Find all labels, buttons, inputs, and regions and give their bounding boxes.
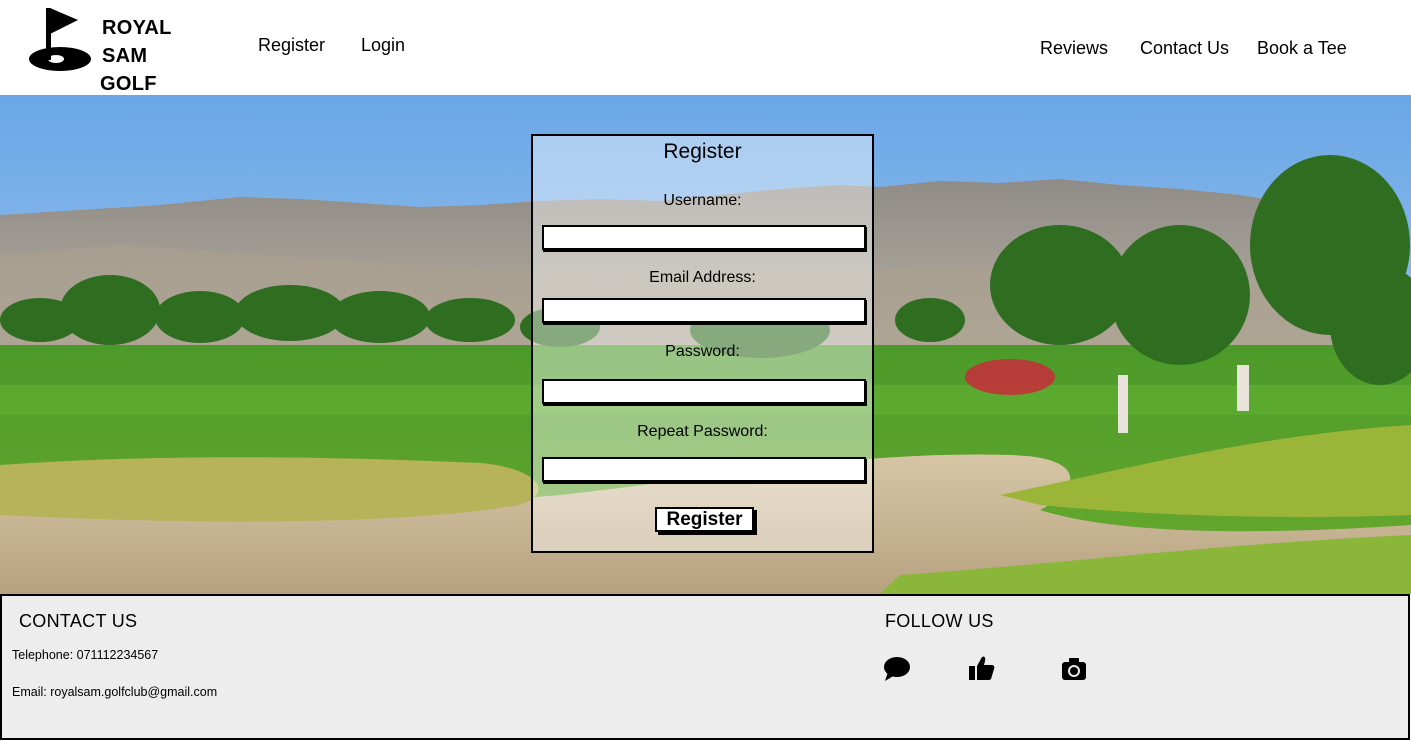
email-label: Email Address: (649, 269, 756, 286)
username-input[interactable] (542, 225, 866, 250)
golf-flag-icon (29, 8, 91, 71)
contact-heading: CONTACT US (19, 611, 138, 631)
nav-register[interactable]: Register (258, 35, 325, 56)
nav-book-a-tee[interactable]: Book a Tee (1257, 38, 1347, 59)
repeat-password-label: Repeat Password: (637, 423, 768, 440)
repeat-password-input[interactable] (542, 457, 866, 482)
camera-icon[interactable] (1060, 654, 1090, 684)
logo[interactable]: ROYAL SAM GOLF CLUB (28, 6, 218, 123)
site-footer: CONTACT US Telephone: 071112234567 Email… (0, 594, 1410, 740)
follow-heading: FOLLOW US (885, 611, 994, 631)
chat-bubble-icon[interactable] (882, 654, 912, 684)
nav-login[interactable]: Login (361, 35, 405, 56)
brand-line1: ROYAL SAM (102, 17, 172, 67)
register-submit-button[interactable]: Register (655, 507, 754, 532)
email-input[interactable] (542, 298, 866, 323)
username-label: Username: (663, 192, 742, 209)
password-input[interactable] (542, 379, 866, 404)
register-form-panel: Register Username: Email Address: Passwo… (531, 134, 874, 553)
form-title: Register (663, 140, 742, 163)
password-label: Password: (665, 343, 740, 360)
nav-reviews[interactable]: Reviews (1040, 38, 1108, 59)
email-text: Email: royalsam.golfclub@gmail.com (12, 685, 218, 699)
thumbs-up-icon[interactable] (967, 654, 997, 684)
telephone-text: Telephone: 071112234567 (12, 648, 159, 662)
nav-contact-us[interactable]: Contact Us (1140, 38, 1229, 59)
site-header: ROYAL SAM GOLF CLUB Register Login Revie… (0, 0, 1411, 123)
